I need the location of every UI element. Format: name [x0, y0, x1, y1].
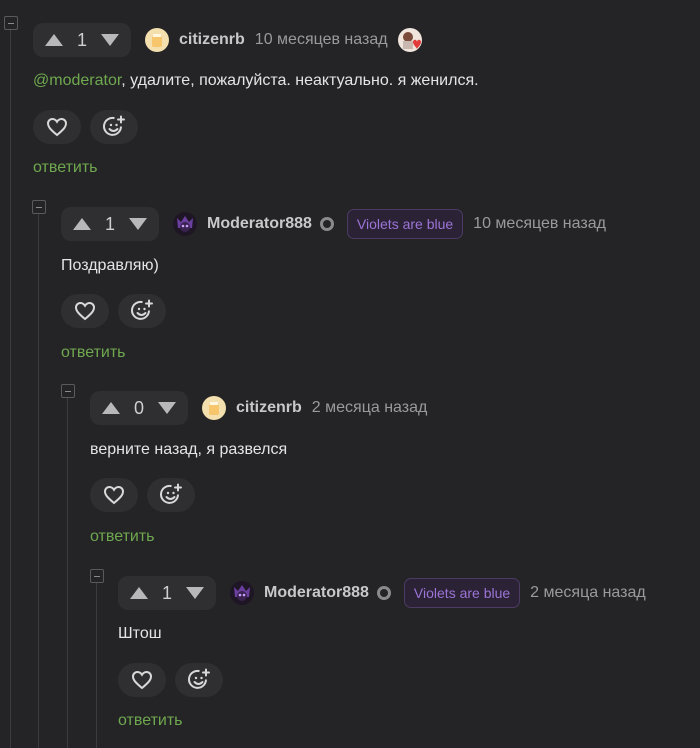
triangle-up-icon[interactable] — [42, 23, 66, 57]
reply-link[interactable]: ответить — [118, 712, 183, 730]
avatar[interactable] — [202, 396, 226, 420]
moderator-icon — [376, 586, 391, 600]
rating-count: 0 — [133, 397, 144, 418]
thread-line-2 — [38, 214, 39, 748]
comment-actions — [61, 294, 166, 328]
avatar[interactable] — [173, 212, 197, 236]
emoji-add-icon[interactable] — [90, 110, 138, 144]
collapse-icon[interactable] — [4, 16, 18, 30]
collapse-icon[interactable] — [32, 200, 46, 214]
comment-text: Штош — [118, 625, 162, 642]
collapse-icon[interactable] — [90, 569, 104, 583]
comment-header: 0 citizenrb 2 месяца назад — [90, 391, 427, 425]
comment-header: 1 Moderator888 Violets are blue 2 месяца… — [118, 576, 646, 610]
author-name[interactable]: Moderator888 — [264, 584, 369, 602]
emoji-add-icon[interactable] — [175, 663, 223, 697]
rating-count: 1 — [161, 582, 172, 603]
triangle-down-icon[interactable] — [155, 391, 179, 425]
author-name[interactable]: citizenrb — [236, 399, 302, 417]
thread-line-4 — [96, 583, 97, 748]
triangle-up-icon[interactable] — [127, 576, 151, 610]
triangle-down-icon[interactable] — [98, 23, 122, 57]
thread-line-1 — [10, 30, 11, 748]
vote-control: 0 — [90, 391, 188, 425]
comment-time[interactable]: 10 месяцев назад — [473, 215, 606, 233]
triangle-down-icon[interactable] — [126, 207, 150, 241]
avatar[interactable] — [145, 28, 169, 52]
vote-control: 1 — [61, 207, 159, 241]
author-name[interactable]: Moderator888 — [207, 215, 312, 233]
triangle-up-icon[interactable] — [70, 207, 94, 241]
triangle-down-icon[interactable] — [183, 576, 207, 610]
comment-text: Поздравляю) — [61, 257, 159, 274]
reply-link[interactable]: ответить — [90, 528, 155, 546]
heart-icon[interactable] — [61, 294, 109, 328]
thread-line-3 — [67, 398, 68, 748]
emoji-add-icon[interactable] — [147, 478, 195, 512]
rating-count: 1 — [76, 29, 87, 50]
reply-link[interactable]: ответить — [61, 344, 126, 362]
comment-actions — [33, 110, 138, 144]
user-badge[interactable]: Violets are blue — [403, 578, 521, 608]
comment-header: 1 Moderator888 Violets are blue 10 месяц… — [61, 207, 606, 241]
author-reward-icon — [397, 28, 422, 52]
user-mention[interactable]: @moderator — [33, 72, 121, 89]
comment-time[interactable]: 10 месяцев назад — [255, 31, 388, 49]
comment-text: верните назад, я развелся — [90, 441, 288, 458]
comment-time[interactable]: 2 месяца назад — [530, 584, 646, 602]
heart-icon[interactable] — [33, 110, 81, 144]
collapse-icon[interactable] — [61, 384, 75, 398]
heart-icon[interactable] — [90, 478, 138, 512]
reply-link[interactable]: ответить — [33, 159, 98, 177]
emoji-add-icon[interactable] — [118, 294, 166, 328]
comment-actions — [90, 478, 195, 512]
heart-icon[interactable] — [118, 663, 166, 697]
author-name[interactable]: citizenrb — [179, 31, 245, 49]
comment-text: @moderator, удалите, пожалуйста. неактуа… — [33, 72, 479, 89]
comment-actions — [118, 663, 223, 697]
comment-header: 1 citizenrb 10 месяцев назад — [33, 23, 422, 57]
avatar[interactable] — [230, 581, 254, 605]
comment-time[interactable]: 2 месяца назад — [312, 399, 428, 417]
vote-control: 1 — [118, 576, 216, 610]
rating-count: 1 — [104, 213, 115, 234]
vote-control: 1 — [33, 23, 131, 57]
user-badge[interactable]: Violets are blue — [346, 209, 464, 239]
triangle-up-icon[interactable] — [99, 391, 123, 425]
moderator-icon — [319, 217, 334, 231]
